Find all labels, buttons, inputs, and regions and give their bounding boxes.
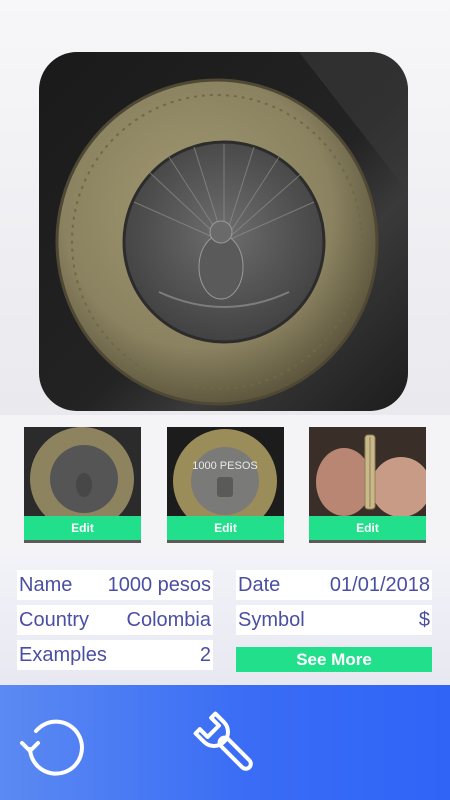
examples-label: Examples (19, 644, 107, 666)
wrench-icon (193, 711, 253, 771)
thumbnail-divider (167, 540, 284, 543)
thumbnail-divider (24, 540, 141, 543)
symbol-row: Symbol $ (236, 605, 432, 635)
thumbnail-strip: Edit 1000 PESOS Edit Edit (0, 415, 450, 555)
coin-thumbnail-image (24, 427, 141, 516)
see-more-button[interactable]: See More (236, 647, 432, 672)
country-row: Country Colombia (17, 605, 213, 635)
name-row: Name 1000 pesos (17, 570, 213, 600)
bottom-toolbar (0, 685, 450, 800)
name-value: 1000 pesos (107, 574, 211, 596)
edit-button-3[interactable]: Edit (309, 516, 426, 540)
edit-button-1[interactable]: Edit (24, 516, 141, 540)
coin-image (55, 52, 408, 406)
coin-thumbnail-image: 1000 PESOS (167, 427, 284, 516)
edit-button-2[interactable]: Edit (167, 516, 284, 540)
symbol-value: $ (418, 609, 430, 631)
thumbnail-2[interactable]: 1000 PESOS Edit (167, 427, 284, 543)
thumbnail-1[interactable]: Edit (24, 427, 141, 543)
coin-edge-thumbnail-image (309, 427, 426, 516)
country-label: Country (19, 609, 90, 631)
country-value: Colombia (126, 609, 211, 631)
date-row: Date 01/01/2018 (236, 570, 432, 600)
thumbnail-divider (309, 540, 426, 543)
examples-value: 2 (199, 644, 211, 666)
main-coin-photo[interactable] (39, 52, 408, 411)
thumbnail-3[interactable]: Edit (309, 427, 426, 543)
coin-details-panel: Name 1000 pesos Date 01/01/2018 Country … (0, 555, 450, 685)
reset-icon (20, 719, 84, 776)
examples-row: Examples 2 (17, 640, 213, 670)
settings-button[interactable] (188, 709, 264, 779)
coin-face-text: 1000 PESOS (192, 460, 257, 472)
reset-button[interactable] (16, 713, 88, 777)
date-label: Date (238, 574, 281, 596)
photo-area (0, 0, 450, 415)
date-value: 01/01/2018 (329, 574, 430, 596)
name-label: Name (19, 574, 73, 596)
symbol-label: Symbol (238, 609, 305, 631)
